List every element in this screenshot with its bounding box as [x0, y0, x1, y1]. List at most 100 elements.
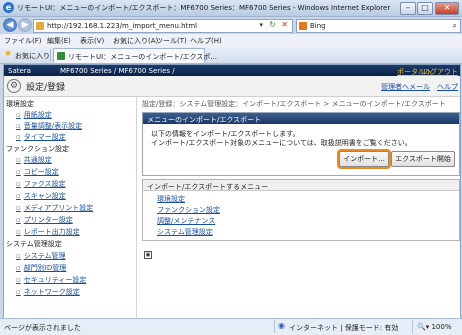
- zoom-level[interactable]: 🔍▾ 100%: [417, 323, 451, 331]
- menu-help[interactable]: ヘルプ(H): [190, 36, 222, 46]
- sidebar-item-timer[interactable]: ▫ タイマー設定: [16, 132, 66, 142]
- sidebar-item-volume[interactable]: ▫ 音量調整/表示設定: [16, 121, 82, 131]
- url-text: http://192.168.1.223/m_import_menu.html: [47, 22, 198, 30]
- export-start-button[interactable]: エクスポート開始: [391, 151, 455, 167]
- magnifier-icon[interactable]: ⌕: [453, 21, 457, 31]
- maximize-button[interactable]: □: [417, 2, 433, 15]
- status-divider: [274, 320, 275, 333]
- menu-view[interactable]: 表示(V): [80, 36, 104, 46]
- help-link[interactable]: ヘルプ: [437, 82, 458, 92]
- internet-zone-icon: ◉: [278, 321, 285, 330]
- panel-header: インポート/エクスポートするメニュー: [143, 180, 459, 191]
- section-header: ⚙ 設定/登録 管理者へメール ヘルプ: [4, 76, 460, 97]
- sidebar-item-label: システム管理: [23, 252, 66, 260]
- stop-icon[interactable]: ✕: [281, 20, 288, 29]
- section-title: 設定/登録: [26, 83, 66, 93]
- ie-icon: e: [3, 2, 14, 13]
- favorites-button[interactable]: お気に入り: [15, 51, 50, 61]
- bullet-icon: ▫: [16, 228, 21, 236]
- sidebar-item-fax[interactable]: ▫ ファクス設定: [16, 179, 66, 189]
- sidebar-heading-system: システム管理設定: [6, 240, 62, 248]
- bullet-icon: ▫: [16, 133, 21, 141]
- settings-gear-icon: ⚙: [7, 79, 21, 93]
- minimize-button[interactable]: –: [400, 2, 416, 15]
- bullet-icon: ▫: [16, 276, 21, 284]
- sidebar: 環境設定 ▫ 用紙設定 ▫ 音量調整/表示設定 ▫ タイマー設定 ファンクション設定 …: [4, 97, 137, 318]
- bullet-icon: ▫: [16, 264, 21, 272]
- address-dropdown-icon[interactable]: ▾: [259, 21, 263, 29]
- import-button[interactable]: インポート...: [339, 151, 389, 167]
- sidebar-item-network[interactable]: ▫ ネットワーク設定: [16, 287, 80, 297]
- menu-item-env[interactable]: 環境設定: [157, 194, 185, 204]
- search-input[interactable]: Bing ⌕: [296, 19, 461, 33]
- address-row: ◀ ▶ http://192.168.1.223/m_import_menu.h…: [0, 17, 462, 34]
- sidebar-item-common[interactable]: ▫ 共通設定: [16, 155, 52, 165]
- refresh-icon[interactable]: ↻: [269, 20, 276, 29]
- favorites-star-icon[interactable]: ★: [4, 49, 12, 59]
- bullet-icon: ▫: [16, 111, 21, 119]
- back-button[interactable]: ◀: [3, 18, 17, 32]
- close-button[interactable]: ✕: [435, 2, 459, 15]
- page-favicon: [36, 22, 44, 30]
- bullet-icon: ▫: [16, 192, 21, 200]
- bullet-icon: ▫: [16, 156, 21, 164]
- search-engine-label: Bing: [310, 22, 326, 30]
- sidebar-heading-function: ファンクション設定: [6, 145, 69, 153]
- menu-edit[interactable]: 編集(E): [47, 36, 71, 46]
- bullet-icon: ▫: [16, 288, 21, 296]
- page-content: Satera MF6700 Series / MF6700 Series / ポ…: [3, 64, 461, 319]
- sidebar-item-printer[interactable]: ▫ プリンター設定: [16, 215, 73, 225]
- forward-button[interactable]: ▶: [18, 18, 32, 32]
- sidebar-item-media-print[interactable]: ▫ メディアプリント設定: [16, 203, 93, 213]
- bullet-icon: ▫: [16, 122, 21, 130]
- top-header: Satera MF6700 Series / MF6700 Series / ポ…: [4, 65, 460, 76]
- window-title: リモートUI：メニューのインポート/エクスポート：MF6700 Series：M…: [17, 4, 391, 12]
- menu-item-maintenance[interactable]: 調整/メンテナンス: [157, 216, 215, 226]
- bullet-icon: ▫: [16, 204, 21, 212]
- sidebar-item-scan[interactable]: ▫ スキャン設定: [16, 191, 66, 201]
- sidebar-item-label: 共通設定: [23, 156, 52, 164]
- menu-bar: ファイル(F) 編集(E) 表示(V) お気に入り(A) ツール(T) ヘルプ(…: [0, 34, 462, 47]
- breadcrumb: 設定/登録：システム管理設定：インポート/エクスポート > メニューのインポート…: [142, 100, 446, 108]
- security-zone[interactable]: インターネット | 保護モード: 有効: [289, 323, 398, 333]
- sidebar-item-paper[interactable]: ▫ 用紙設定: [16, 110, 52, 120]
- menu-item-function[interactable]: ファンクション設定: [157, 205, 220, 215]
- mail-admin-link[interactable]: 管理者へメール: [381, 82, 430, 92]
- sidebar-item-system-admin[interactable]: ▫ システム管理: [16, 251, 66, 261]
- sidebar-item-label: 音量調整/表示設定: [23, 122, 83, 130]
- menu-file[interactable]: ファイル(F): [4, 36, 42, 46]
- sidebar-heading-env: 環境設定: [6, 100, 34, 108]
- sidebar-item-label: タイマー設定: [23, 133, 66, 141]
- sidebar-item-report[interactable]: ▫ レポート出力設定: [16, 227, 80, 237]
- sidebar-item-dept-id[interactable]: ▫ 部門別ID管理: [16, 263, 66, 273]
- favbar-divider: [50, 49, 51, 61]
- sidebar-item-label: ネットワーク設定: [23, 288, 80, 296]
- sidebar-item-label: プリンター設定: [23, 216, 73, 224]
- sidebar-item-label: スキャン設定: [23, 192, 66, 200]
- sidebar-item-label: セキュリティー設定: [23, 276, 87, 284]
- sidebar-item-label: 用紙設定: [23, 111, 52, 119]
- panel-description-2: インポート/エクスポート対象のメニューについては、取扱説明書をご覧ください。: [151, 139, 412, 147]
- menu-list-panel: インポート/エクスポートするメニュー 環境設定 ファンクション設定 調整/メンテ…: [142, 179, 460, 241]
- sidebar-item-security[interactable]: ▫ セキュリティー設定: [16, 275, 86, 285]
- import-export-panel: メニューのインポート/エクスポート 以下の情報をインポート/エクスポートします。…: [142, 112, 460, 176]
- sidebar-item-label: 部門別ID管理: [23, 264, 67, 272]
- panel-header: メニューのインポート/エクスポート: [143, 113, 459, 124]
- browser-tab[interactable]: リモートUI：メニューのインポート/エクスポ...: [53, 48, 217, 63]
- menu-item-system[interactable]: システム管理設定: [157, 227, 213, 237]
- status-message: ページが表示されました: [4, 324, 81, 332]
- menu-favorites[interactable]: お気に入り(A): [113, 36, 158, 46]
- page-top-icon[interactable]: ▣: [144, 251, 152, 259]
- sidebar-item-label: コピー設定: [23, 168, 59, 176]
- brand-logo: Satera: [8, 67, 31, 75]
- sidebar-item-copy[interactable]: ▫ コピー設定: [16, 167, 59, 177]
- title-bar: e リモートUI：メニューのインポート/エクスポート：MF6700 Series…: [0, 0, 462, 17]
- zoom-value: 100%: [431, 323, 452, 331]
- bing-icon: [299, 22, 307, 30]
- product-name: MF6700 Series / MF6700 Series /: [60, 67, 175, 75]
- menu-tools[interactable]: ツール(T): [156, 36, 187, 46]
- status-bar: ページが表示されました ◉ インターネット | 保護モード: 有効 🔍▾ 100…: [0, 318, 462, 335]
- favorites-bar: ★ お気に入り リモートUI：メニューのインポート/エクスポ...: [0, 47, 462, 64]
- status-divider: [412, 320, 413, 333]
- address-input[interactable]: http://192.168.1.223/m_import_menu.html …: [33, 19, 293, 33]
